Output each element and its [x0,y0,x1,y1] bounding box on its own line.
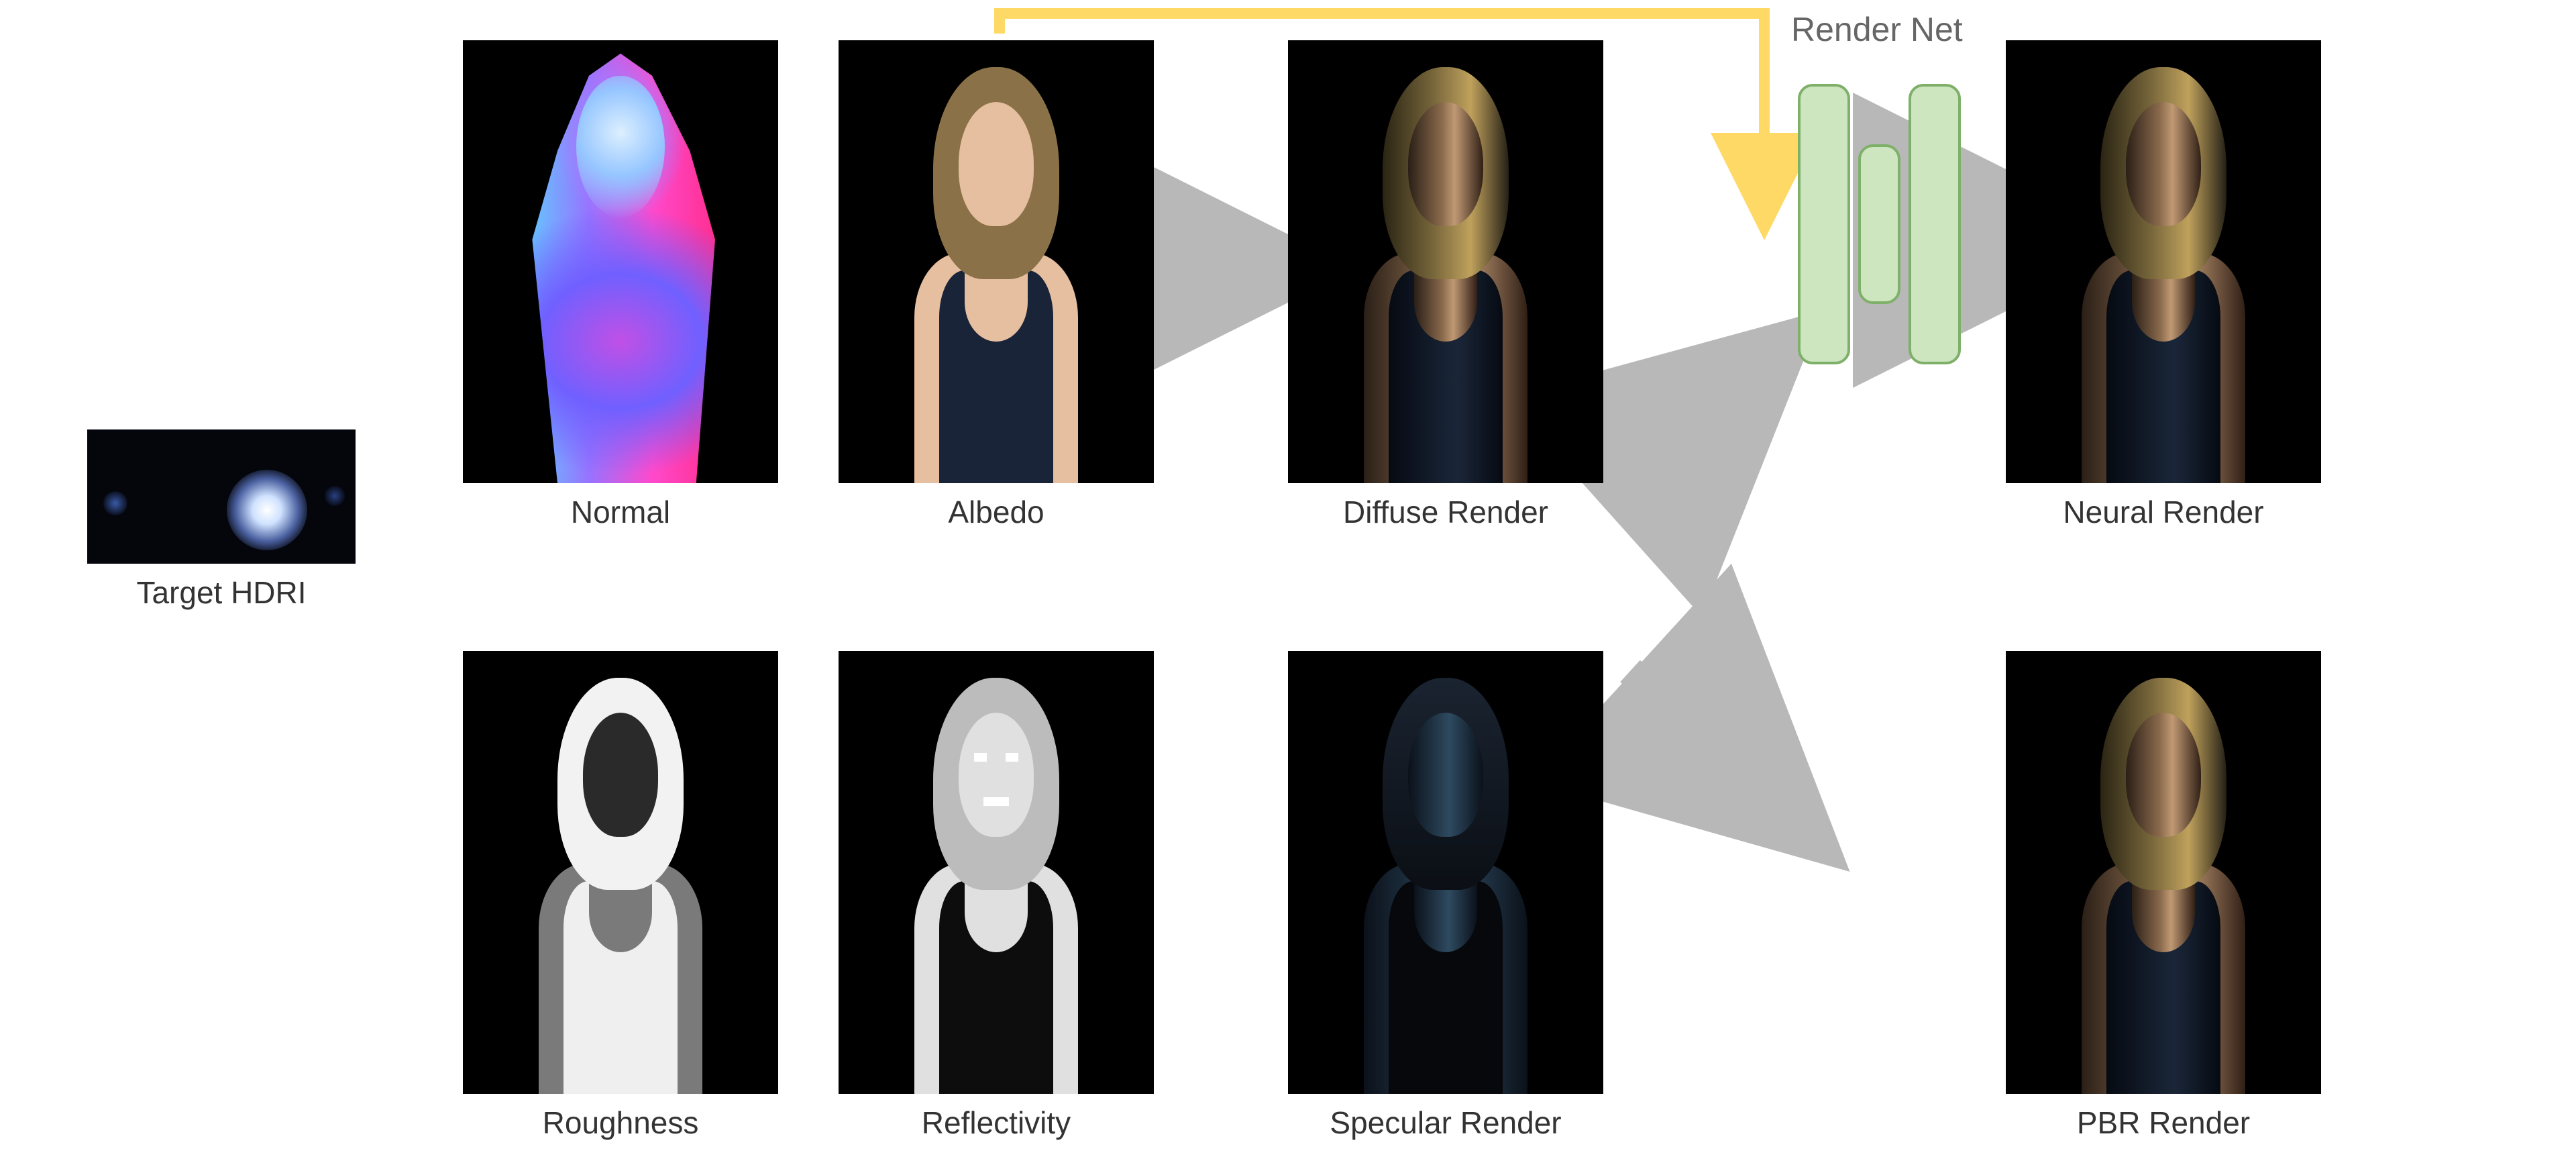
target-hdri-image [87,429,356,564]
roughness-image [463,651,778,1094]
albedo-label: Albedo [839,494,1154,530]
pbr-render-cell: PBR Render [2006,651,2321,1141]
normal-cell: Normal [463,40,778,530]
reflectivity-image [839,651,1154,1094]
specular-render-cell: Specular Render [1288,651,1603,1141]
reflectivity-cell: Reflectivity [839,651,1154,1141]
roughness-label: Roughness [463,1105,778,1141]
normal-label: Normal [463,494,778,530]
target-hdri-label: Target HDRI [87,574,356,611]
normal-image [463,40,778,483]
render-net-label: Render Net [1791,10,1963,49]
diffuse-render-image [1288,40,1603,483]
pbr-render-label: PBR Render [2006,1105,2321,1141]
diffuse-render-label: Diffuse Render [1288,494,1603,530]
pbr-render-image [2006,651,2321,1094]
render-net-block-1 [1798,84,1850,364]
diffuse-render-cell: Diffuse Render [1288,40,1603,530]
neural-render-cell: Neural Render [2006,40,2321,530]
neural-render-image [2006,40,2321,483]
specular-render-label: Specular Render [1288,1105,1603,1141]
neural-render-label: Neural Render [2006,494,2321,530]
roughness-cell: Roughness [463,651,778,1141]
reflectivity-label: Reflectivity [839,1105,1154,1141]
albedo-image [839,40,1154,483]
render-net-block-2 [1858,144,1900,304]
specular-render-image [1288,651,1603,1094]
target-hdri-cell: Target HDRI [87,429,356,611]
render-net-block-3 [1909,84,1961,364]
albedo-cell: Albedo [839,40,1154,530]
